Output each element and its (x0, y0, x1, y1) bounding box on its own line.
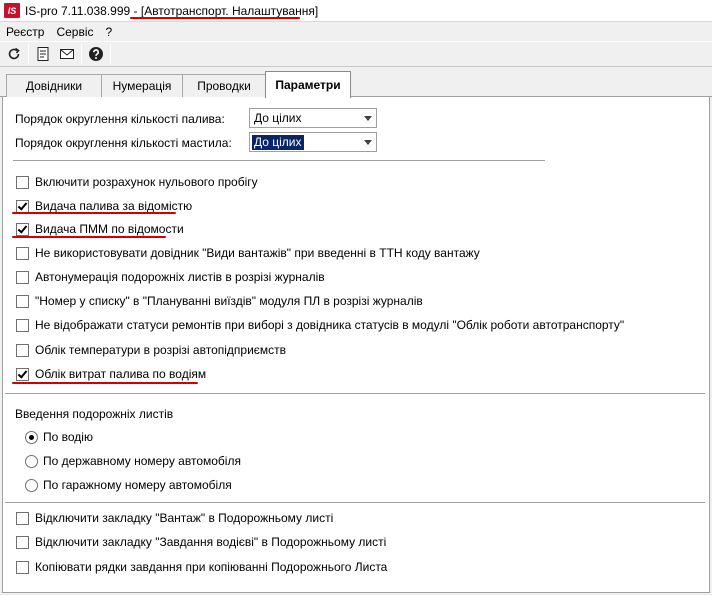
toolbar-separator (81, 44, 82, 64)
chevron-down-icon[interactable] (364, 116, 372, 121)
checkbox-box[interactable] (16, 343, 29, 357)
checkbox-fuel-by-driver[interactable]: Облік витрат палива по водіям (16, 366, 206, 382)
radio-button[interactable] (25, 430, 38, 444)
menu-bar: Реєстр Сервіс ? (0, 22, 712, 41)
checkbox-repair-statuses[interactable]: Не відображати статуси ремонтів при вибо… (16, 317, 624, 333)
fuel-rounding-label: Порядок округлення кількості палива: (15, 112, 225, 126)
checkbox-disable-driver-task-tab[interactable]: Відключити закладку "Завдання водієві" в… (16, 534, 386, 550)
chevron-down-icon[interactable] (364, 140, 372, 145)
checkbox-auto-numbering[interactable]: Автонумерація подорожніх листів в розріз… (16, 269, 325, 285)
checkbox-label: Видача палива за відомістю (35, 199, 193, 213)
checkmark-icon (17, 222, 28, 234)
checkbox-label: "Номер у списку" в "Плануванні виїздів" … (35, 294, 423, 308)
fuel-rounding-value: До цілих (254, 110, 302, 125)
radio-label: По гаражному номеру автомобіля (43, 478, 232, 492)
checkbox-box[interactable] (16, 318, 29, 332)
checkbox-box[interactable] (16, 560, 29, 574)
menu-service[interactable]: Сервіс (50, 25, 99, 39)
checkbox-label: Не відображати статуси ремонтів при вибо… (35, 318, 625, 332)
tab-directories[interactable]: Довідники (6, 74, 102, 97)
window-title: IS-pro 7.11.038.999 - [Автотранспорт. На… (25, 4, 318, 18)
help-icon (89, 47, 103, 61)
checkmark-icon (17, 367, 28, 379)
radio-by-garage-number[interactable]: По гаражному номеру автомобіля (25, 477, 232, 493)
radio-button[interactable] (25, 478, 38, 492)
checkbox-label: Копіювати рядки завдання при копіюванні … (35, 560, 388, 574)
tab-parameters[interactable]: Параметри (265, 71, 351, 98)
checkbox-temperature[interactable]: Облік температури в розрізі автопідприєм… (16, 342, 286, 358)
radio-button[interactable] (25, 454, 38, 468)
mail-icon (60, 49, 74, 59)
checkbox-box[interactable] (16, 199, 29, 213)
fuel-rounding-select[interactable]: До цілих (249, 108, 377, 128)
checkbox-box[interactable] (16, 222, 29, 236)
checkbox-box[interactable] (16, 535, 29, 549)
menu-help[interactable]: ? (100, 25, 119, 39)
annotation-underline (12, 382, 198, 384)
document-button[interactable] (32, 43, 54, 65)
checkbox-label: Облік витрат палива по водіям (35, 367, 207, 381)
tab-strip: Довідники Нумерація Проводки Параметри (0, 70, 712, 98)
checkbox-box[interactable] (16, 367, 29, 381)
parameters-panel: Порядок округлення кількості палива: До … (2, 97, 710, 593)
checkbox-cargo-types[interactable]: Не використовувати довідник "Види вантаж… (16, 245, 480, 261)
waybill-entry-title: Введення подорожніх листів (15, 407, 174, 421)
checkbox-pmm-by-statement[interactable]: Видача ПММ по відомости (16, 221, 184, 237)
mail-button[interactable] (56, 43, 78, 65)
tab-numbering[interactable]: Нумерація (101, 74, 183, 97)
checkbox-label: Відключити закладку "Вантаж" в Подорожнь… (35, 511, 334, 525)
checkbox-box[interactable] (16, 175, 29, 189)
oil-rounding-label: Порядок округлення кількості мастила: (15, 136, 232, 150)
divider (5, 502, 705, 504)
annotation-underline (130, 17, 300, 19)
checkmark-icon (17, 199, 28, 211)
checkbox-label: Облік температури в розрізі автопідприєм… (35, 343, 287, 357)
checkbox-box[interactable] (16, 246, 29, 260)
radio-label: По державному номеру автомобіля (43, 454, 241, 468)
checkbox-zero-mileage[interactable]: Включити розрахунок нульового пробігу (16, 174, 258, 190)
divider (5, 393, 705, 395)
checkbox-label: Автонумерація подорожніх листів в розріз… (35, 270, 325, 284)
checkbox-label: Не використовувати довідник "Види вантаж… (35, 246, 480, 260)
checkbox-disable-cargo-tab[interactable]: Відключити закладку "Вантаж" в Подорожнь… (16, 510, 333, 526)
divider (13, 160, 545, 162)
toolbar (0, 41, 712, 67)
radio-by-state-number[interactable]: По державному номеру автомобіля (25, 453, 241, 469)
radio-dot-icon (29, 434, 34, 440)
annotation-underline (12, 212, 176, 214)
help-button[interactable] (85, 43, 107, 65)
radio-label: По водію (43, 430, 93, 444)
checkbox-list-number[interactable]: "Номер у списку" в "Плануванні виїздів" … (16, 293, 423, 309)
oil-rounding-value: До цілих (252, 134, 304, 150)
checkbox-label: Відключити закладку "Завдання водієві" в… (35, 535, 387, 549)
refresh-icon (8, 47, 20, 60)
checkbox-box[interactable] (16, 294, 29, 308)
annotation-underline (12, 236, 166, 238)
menu-registry[interactable]: Реєстр (0, 25, 50, 39)
checkbox-label: Видача ПММ по відомости (35, 222, 184, 236)
tab-postings[interactable]: Проводки (182, 74, 266, 97)
module-title: [Автотранспорт. Налаштування] (140, 3, 319, 18)
checkbox-box[interactable] (16, 511, 29, 525)
refresh-button[interactable] (3, 43, 25, 65)
checkbox-box[interactable] (16, 270, 29, 284)
document-icon (37, 47, 49, 61)
toolbar-separator (28, 44, 29, 64)
toolbar-separator (110, 44, 111, 64)
checkbox-label: Включити розрахунок нульового пробігу (35, 175, 258, 189)
app-name: IS-pro 7.11.038.999 - (25, 3, 141, 18)
checkbox-copy-task-rows[interactable]: Копіювати рядки завдання при копіюванні … (16, 559, 387, 575)
title-bar: IS IS-pro 7.11.038.999 - [Автотранспорт.… (0, 0, 712, 22)
app-logo-icon: IS (4, 3, 20, 18)
oil-rounding-select[interactable]: До цілих (249, 132, 377, 152)
radio-by-driver[interactable]: По водію (25, 429, 93, 445)
